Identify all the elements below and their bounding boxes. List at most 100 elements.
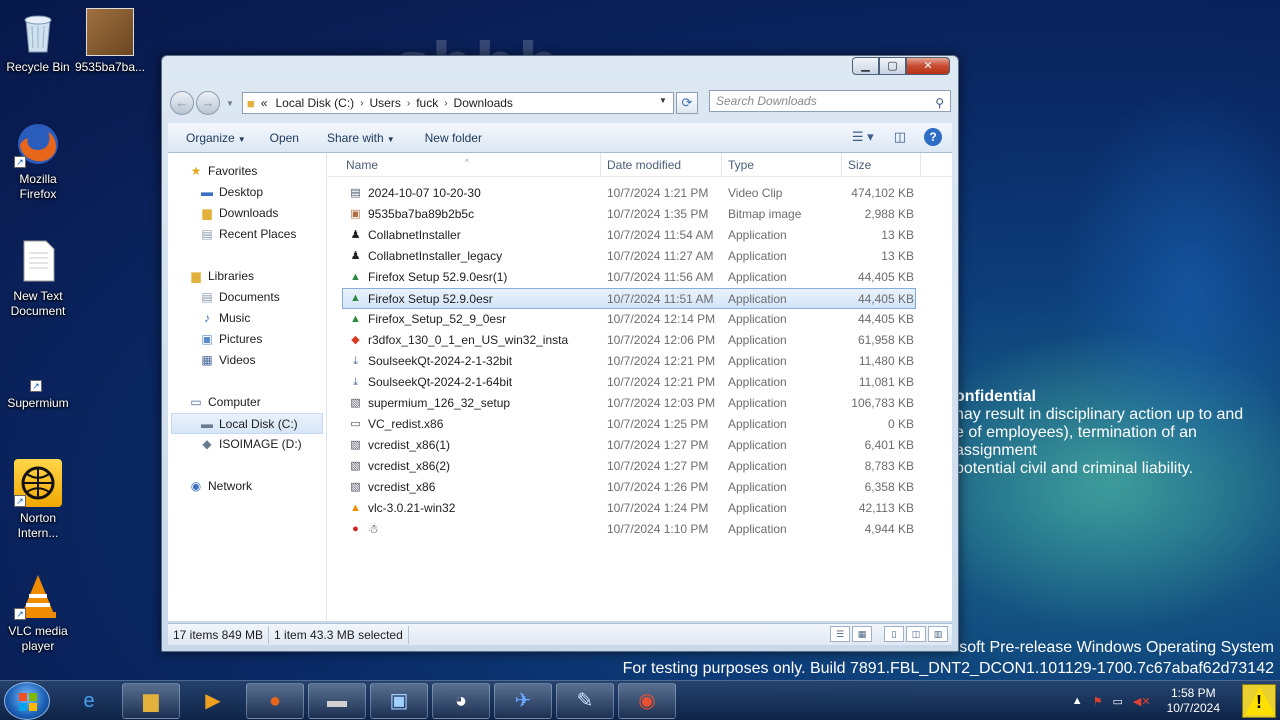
file-row[interactable]: ▲ Firefox Setup 52.9.0esr 10/7/2024 11:51 …: [342, 288, 916, 309]
nav-item-favorites[interactable]: ★ Favorites: [168, 161, 326, 182]
nav-item-libraries[interactable]: ▆ Libraries: [168, 266, 326, 287]
desktop-icon-recycle-bin[interactable]: Recycle Bin: [0, 8, 76, 75]
close-button[interactable]: ✕: [906, 57, 950, 75]
file-name: r3dfox_130_0_1_en_US_win32_insta: [368, 333, 569, 347]
file-row[interactable]: ▲ Firefox Setup 52.9.0esr(1) 10/7/2024 11:…: [328, 267, 952, 288]
breadcrumb-separator-icon[interactable]: ›: [444, 98, 447, 109]
nav-item-videos[interactable]: ▦ Videos: [168, 350, 326, 371]
paint-icon[interactable]: ✎: [556, 683, 614, 719]
preview-view-icon[interactable]: ◫: [906, 626, 926, 642]
file-list: ▤ 2024-10-07 10-20-30 10/7/2024 1:21 PM Vid…: [328, 183, 952, 540]
file-row[interactable]: ▧ vcredist_x86 10/7/2024 1:26 PM Applicatio…: [328, 477, 952, 498]
new-folder-button[interactable]: New folder: [425, 131, 482, 145]
nav-item-music[interactable]: ♪ Music: [168, 308, 326, 329]
split-view-icon[interactable]: ▥: [928, 626, 948, 642]
status-bar: 17 items 849 MB 1 item 43.3 MB selected …: [168, 623, 952, 645]
nav-item-recent-places[interactable]: ▤ Recent Places: [168, 224, 326, 245]
column-date-modified[interactable]: Date modified: [607, 158, 681, 172]
desktop-icon-norton[interactable]: ↗ Norton Intern...: [0, 459, 76, 541]
file-row[interactable]: ▭ VC_redist.x86 10/7/2024 1:25 PM Applicati…: [328, 414, 952, 435]
file-row[interactable]: ◆ r3dfox_130_0_1_en_US_win32_insta 10/7/20…: [328, 330, 952, 351]
column-divider[interactable]: [841, 153, 842, 177]
file-row[interactable]: ▤ 2024-10-07 10-20-30 10/7/2024 1:21 PM Vid…: [328, 183, 952, 204]
volume-muted-icon[interactable]: ◀✕: [1133, 695, 1151, 708]
column-size[interactable]: Size: [848, 158, 871, 172]
search-icon[interactable]: ⚲: [935, 93, 944, 113]
thumbnail-view-icon[interactable]: ▦: [852, 626, 872, 642]
recent-locations-dropdown[interactable]: ▼: [226, 99, 234, 108]
nav-item-documents[interactable]: ▤ Documents: [168, 287, 326, 308]
details-view-icon[interactable]: ☰: [830, 626, 850, 642]
warning-icon[interactable]: !: [1242, 684, 1276, 718]
explorer-folder-icon[interactable]: ▆: [122, 683, 180, 719]
address-bar[interactable]: ■ « Local Disk (C:) › Users › fuck › Dow…: [241, 92, 674, 114]
nav-item-local-disk[interactable]: ▬ Local Disk (C:): [171, 413, 323, 434]
file-row[interactable]: ▣ 9535ba7ba89b2b5c 10/7/2024 1:35 PM Bitmap…: [328, 204, 952, 225]
forward-button[interactable]: →: [196, 91, 220, 115]
breadcrumb-separator-icon[interactable]: ›: [407, 98, 410, 109]
file-type: Application: [728, 333, 787, 347]
r3dfox-icon: ◆: [351, 334, 360, 346]
drive-icon[interactable]: ▬: [308, 683, 366, 719]
nav-item-isoimage[interactable]: ◆ ISOIMAGE (D:): [168, 434, 326, 455]
desktop-icon-firefox[interactable]: ↗ Mozilla Firefox: [0, 120, 76, 202]
nav-item-pictures[interactable]: ▣ Pictures: [168, 329, 326, 350]
file-row[interactable]: ● ☃ 10/7/2024 1:10 PM Application 4,944 KB: [328, 519, 952, 540]
control-panel-icon[interactable]: ▣: [370, 683, 428, 719]
maximize-button[interactable]: ▢: [879, 57, 906, 75]
breadcrumb-users[interactable]: Users: [370, 96, 401, 110]
breadcrumb-separator-icon[interactable]: ›: [360, 98, 363, 109]
internet-explorer-icon[interactable]: e: [60, 683, 118, 719]
nav-item-desktop[interactable]: ▬ Desktop: [168, 182, 326, 203]
clock[interactable]: 1:58 PM 10/7/2024: [1167, 686, 1220, 716]
minimize-button[interactable]: ▁: [852, 57, 879, 75]
nav-item-downloads[interactable]: ▆ Downloads: [168, 203, 326, 224]
pane-view-icon[interactable]: ▯: [884, 626, 904, 642]
breadcrumb-user-folder[interactable]: fuck: [416, 96, 438, 110]
file-row[interactable]: ▲ Firefox_Setup_52_9_0esr 10/7/2024 12:14 …: [328, 309, 952, 330]
open-button[interactable]: Open: [270, 131, 299, 145]
file-row[interactable]: ⤓ SoulseekQt-2024-2-1-64bit 10/7/2024 12:2…: [328, 372, 952, 393]
address-dropdown-icon[interactable]: ▼: [659, 96, 667, 105]
file-row[interactable]: ♟ CollabnetInstaller_legacy 10/7/2024 11:2…: [328, 246, 952, 267]
network-tray-icon[interactable]: ▭: [1113, 695, 1123, 708]
nav-item-network[interactable]: ◉ Network: [168, 476, 326, 497]
file-row[interactable]: ⤓ SoulseekQt-2024-2-1-32bit 10/7/2024 12:2…: [328, 351, 952, 372]
desktop-icon-image[interactable]: 9535ba7ba...: [72, 8, 148, 75]
file-row[interactable]: ▧ vcredist_x86(2) 10/7/2024 1:27 PM Applica…: [328, 456, 952, 477]
nav-item-computer[interactable]: ▭ Computer: [168, 392, 326, 413]
file-row[interactable]: ▲ vlc-3.0.21-win32 10/7/2024 1:24 PM Applic…: [328, 498, 952, 519]
column-divider[interactable]: [721, 153, 722, 177]
file-row[interactable]: ▧ vcredist_x86(1) 10/7/2024 1:27 PM Applica…: [328, 435, 952, 456]
file-size: 2,988 KB: [864, 207, 914, 221]
firefox-icon[interactable]: ●: [246, 683, 304, 719]
show-hidden-icons-icon[interactable]: ▲: [1072, 695, 1083, 707]
media-player-icon[interactable]: ▶: [184, 683, 242, 719]
column-divider[interactable]: [600, 153, 601, 177]
desktop-icon-supermium[interactable]: ↗ Supermium: [0, 372, 76, 411]
desktop-icon-vlc[interactable]: ↗ VLC media player: [0, 572, 76, 654]
preview-pane-icon[interactable]: ◫: [894, 129, 906, 145]
panda-icon[interactable]: ◕: [432, 683, 490, 719]
breadcrumb-overflow[interactable]: «: [261, 96, 268, 110]
breadcrumb-downloads[interactable]: Downloads: [454, 96, 513, 110]
share-with-button[interactable]: Share with ▼: [327, 131, 395, 145]
start-button[interactable]: [4, 682, 50, 720]
organize-button[interactable]: Organize ▼: [186, 131, 246, 145]
refresh-button[interactable]: ⟳: [675, 92, 698, 114]
search-input[interactable]: Search Downloads ⚲: [709, 90, 951, 112]
bird-icon[interactable]: ✈: [494, 683, 552, 719]
r3dfox-icon[interactable]: ◉: [618, 683, 676, 719]
column-name[interactable]: Name: [346, 158, 378, 172]
column-type[interactable]: Type: [728, 158, 754, 172]
column-divider[interactable]: [920, 153, 921, 177]
help-icon[interactable]: ?: [924, 128, 942, 146]
desktop-icon-text-document[interactable]: New Text Document: [0, 237, 76, 319]
breadcrumb-local-disk[interactable]: Local Disk (C:): [275, 96, 354, 110]
computer-icon: ▭: [190, 395, 202, 409]
action-center-flag-icon[interactable]: ⚑: [1093, 695, 1103, 708]
file-row[interactable]: ▧ supermium_126_32_setup 10/7/2024 12:03 P…: [328, 393, 952, 414]
view-options-icon[interactable]: ☰ ▾: [852, 129, 874, 145]
back-button[interactable]: ←: [170, 91, 194, 115]
file-row[interactable]: ♟ CollabnetInstaller 10/7/2024 11:54 AM App…: [328, 225, 952, 246]
